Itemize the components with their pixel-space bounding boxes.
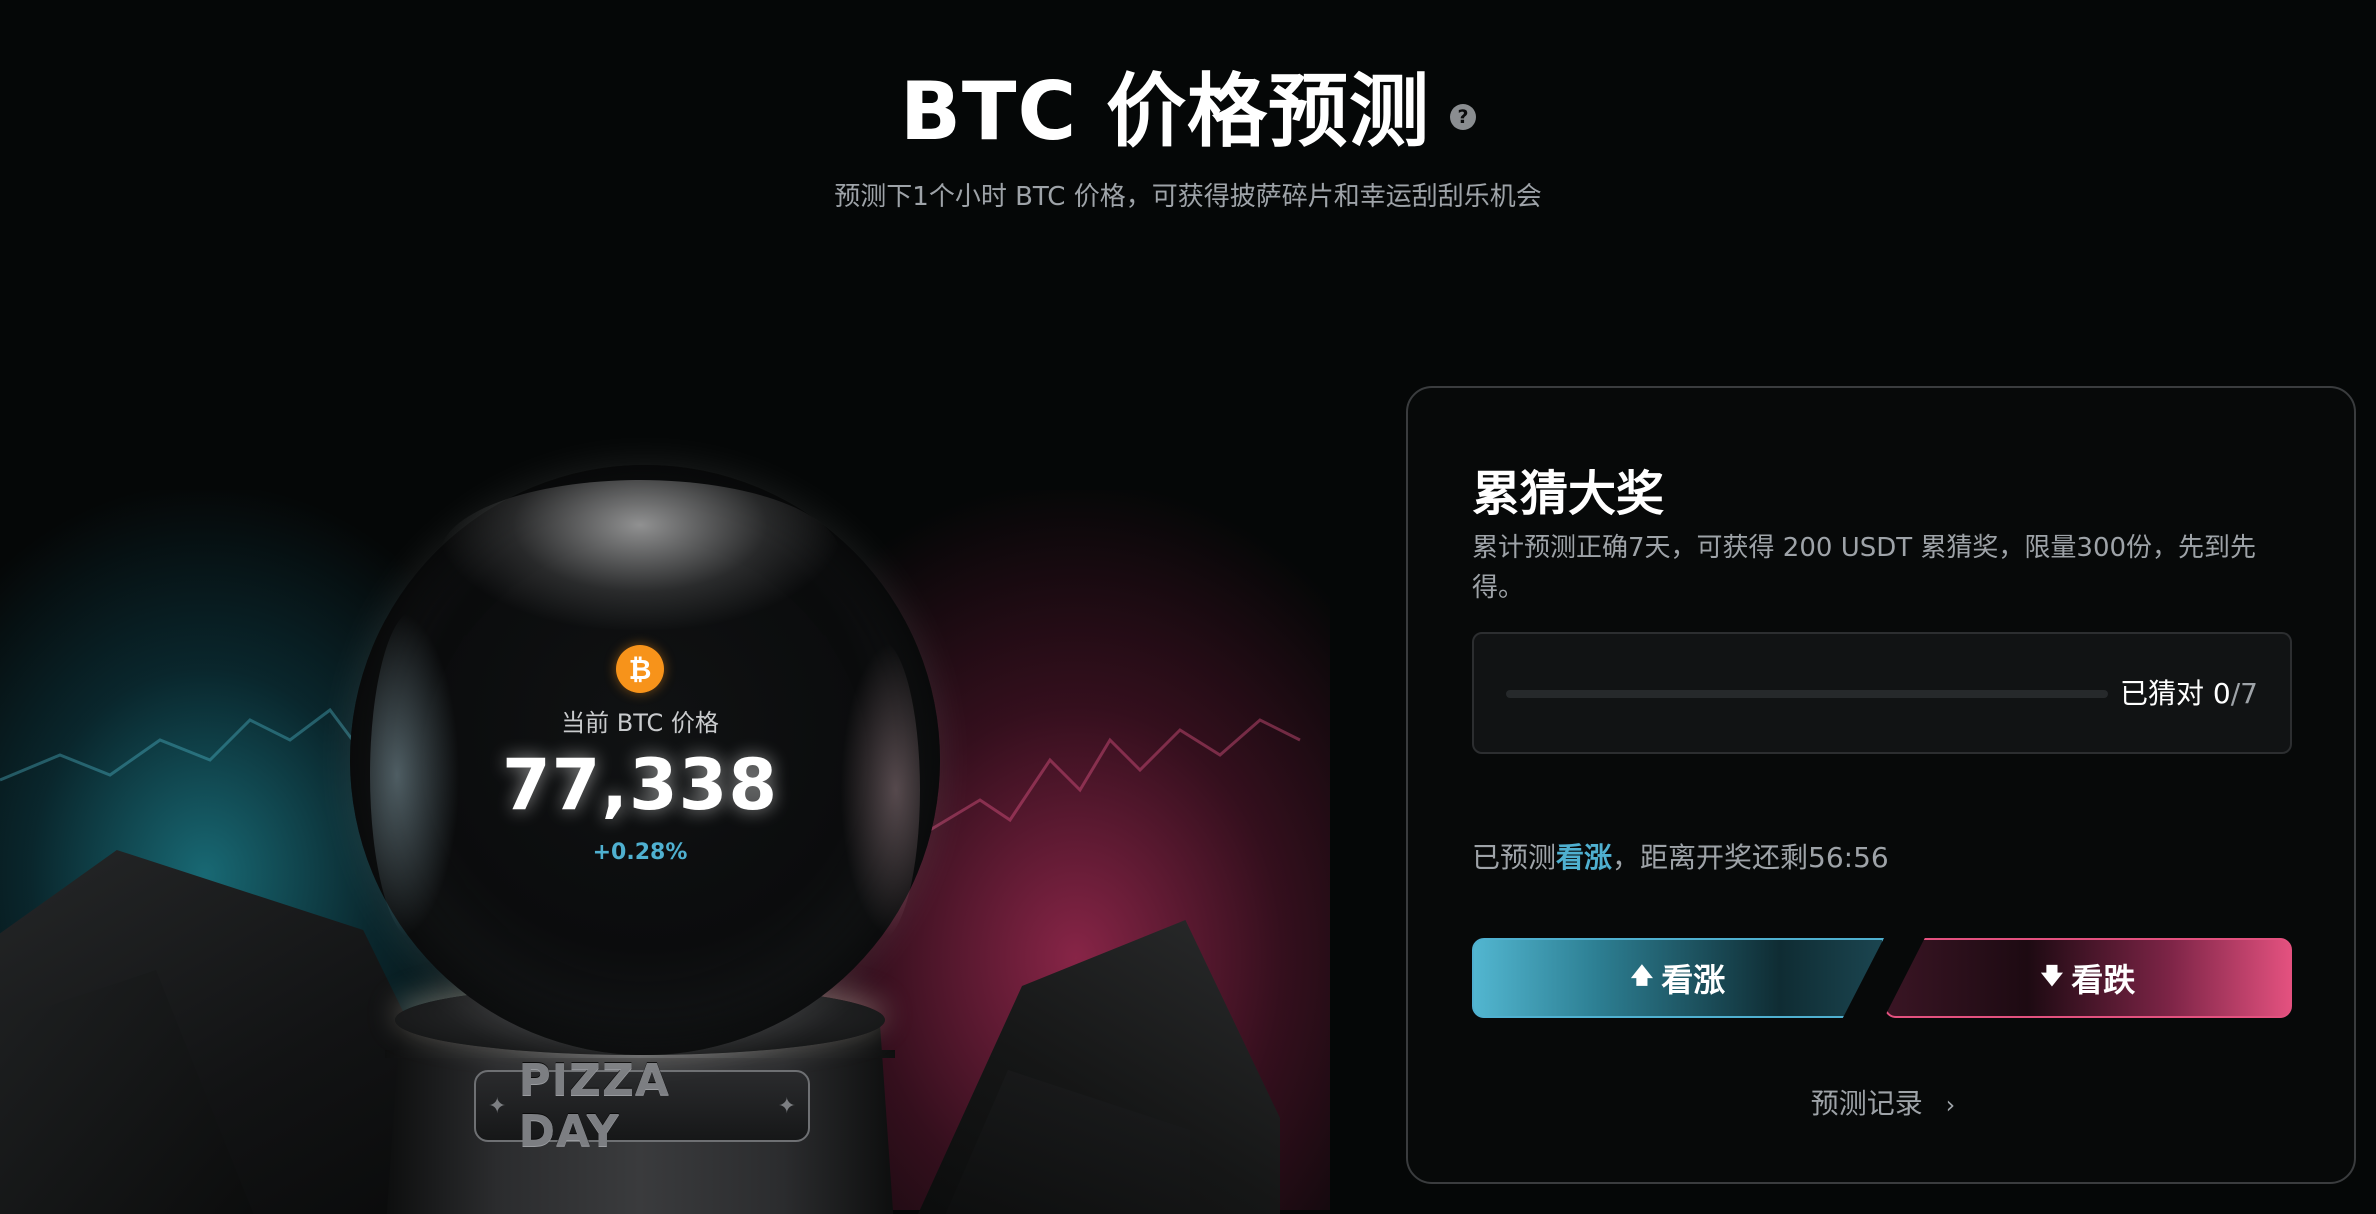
prediction-status: 已预测看涨，距离开奖还剩56:56 (1472, 836, 1889, 876)
chevron-right-icon: › (1945, 1091, 1956, 1119)
history-label: 预测记录 (1810, 1087, 1923, 1120)
page-subtitle: 预测下1个小时 BTC 价格，可获得披萨碎片和幸运刮刮乐机会 (834, 182, 1542, 212)
predict-down-button[interactable]: 🡇 看跌 (1884, 938, 2292, 1018)
progress-label: 已猜对 (2120, 677, 2213, 710)
prediction-history-link[interactable]: 预测记录 › (1408, 1082, 2358, 1122)
pink-trend-line (929, 718, 1301, 832)
predict-up-button[interactable]: 🡅 看涨 (1472, 938, 1884, 1018)
title-row: BTC 价格预测 ? (899, 58, 1477, 166)
status-prefix: 已预测 (1472, 841, 1557, 874)
predict-down-label: 看跌 (2071, 961, 2136, 999)
card-description: 累计预测正确7天，可获得 200 USDT 累猜奖，限量300份，先到先得。 (1472, 533, 2257, 603)
card-title: 累猜大奖 (1472, 466, 1665, 522)
arrow-up-icon: 🡅 (1630, 964, 1654, 989)
price-change: +0.28% (592, 840, 688, 865)
crystal-ball-hero: ✦ PIZZA DAY ✦ ₿ 当前 BTC 价格 77,338 +0.28% (0, 410, 1330, 1214)
cumulative-prize-card: 累猜大奖 累计预测正确7天，可获得 200 USDT 累猜奖，限量300份，先到… (1406, 386, 2356, 1184)
pizza-day-label: PIZZA DAY (518, 1055, 670, 1157)
status-prediction: 看涨 (1556, 841, 1613, 874)
progress-box: 已猜对 0/7 (1472, 632, 2292, 754)
progress-total: /7 (2230, 677, 2258, 710)
price-value: 77,338 (501, 744, 779, 826)
bitcoin-icon: ₿ (616, 645, 664, 693)
progress-bar (1506, 690, 2108, 698)
star-icon: ✦ (777, 1093, 796, 1119)
help-icon[interactable]: ? (1450, 104, 1477, 130)
progress-current: 0 (2212, 677, 2231, 710)
predict-up-label: 看涨 (1661, 961, 1726, 999)
arrow-down-icon: 🡇 (2040, 964, 2064, 989)
status-countdown: ，距离开奖还剩56:56 (1612, 841, 1889, 874)
progress-text: 已猜对 0/7 (2120, 672, 2258, 712)
page-title: BTC 价格预测 (899, 65, 1431, 158)
teal-trend-line (0, 707, 362, 782)
page-header: BTC 价格预测 ? 预测下1个小时 BTC 价格，可获得披萨碎片和幸运刮刮乐机… (0, 58, 2376, 213)
price-label: 当前 BTC 价格 (561, 709, 719, 737)
btc-prediction-page: BTC 价格预测 ? 预测下1个小时 BTC 价格，可获得披萨碎片和幸运刮刮乐机… (0, 0, 2376, 1214)
ball-highlight-right (840, 640, 920, 940)
current-price-block: ₿ 当前 BTC 价格 77,338 +0.28% (440, 645, 840, 865)
pizza-day-plate: ✦ PIZZA DAY ✦ (474, 1055, 810, 1157)
star-icon: ✦ (488, 1093, 507, 1119)
ball-highlight (440, 480, 840, 630)
